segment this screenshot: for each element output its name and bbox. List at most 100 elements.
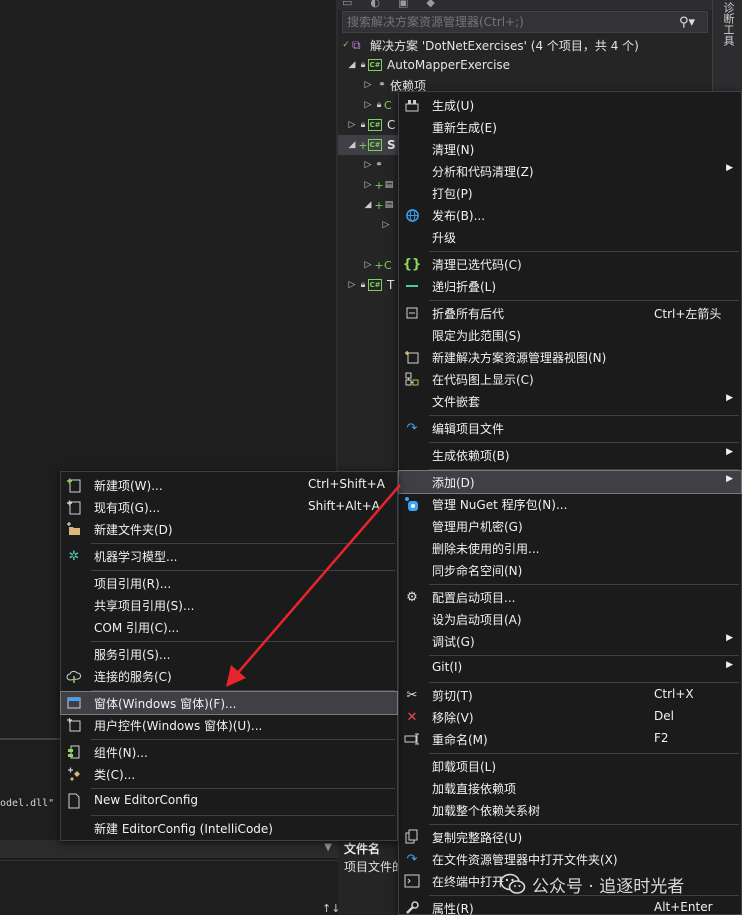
expand-right-icon[interactable]: ▷: [362, 180, 374, 190]
menu-item-windows-form[interactable]: 窗体(Windows 窗体)(F)...: [60, 691, 398, 715]
menu-item-configure-startup[interactable]: ⚙ 配置启动项目...: [399, 586, 741, 608]
property-description: 项目文件的: [344, 860, 405, 874]
menu-item-add[interactable]: 添加(D) ▶: [398, 470, 742, 494]
menu-item-manage-nuget[interactable]: 管理 NuGet 程序包(N)...: [399, 493, 741, 515]
menu-item-project-reference[interactable]: 项目引用(R)...: [61, 572, 397, 594]
menu-item-sync-namespaces[interactable]: 同步命名空间(N): [399, 559, 741, 581]
submenu-arrow-icon: ▶: [726, 633, 733, 643]
menu-item-rebuild[interactable]: 重新生成(E): [399, 116, 741, 138]
menu-item-class[interactable]: 类(C)...: [61, 763, 397, 785]
menu-separator: [429, 442, 739, 443]
menu-item-load-direct-deps[interactable]: 加载直接依赖项: [399, 777, 741, 799]
terminal-icon: [403, 872, 421, 890]
build-icon: [403, 96, 421, 114]
expand-right-icon[interactable]: ▷: [346, 280, 358, 290]
menu-item-load-dep-tree[interactable]: 加载整个依赖关系树: [399, 799, 741, 821]
search-input[interactable]: [347, 15, 677, 29]
menu-item-new-editorconfig[interactable]: New EditorConfig: [61, 790, 397, 812]
solution-icon: ⧉: [352, 38, 361, 52]
menu-item-com-reference[interactable]: COM 引用(C)...: [61, 616, 397, 638]
tree-node-solution[interactable]: ✓ ⧉ 解决方案 'DotNetExercises' (4 个项目，共 4 个): [340, 35, 639, 55]
menu-item-unload-project[interactable]: 卸载项目(L): [399, 755, 741, 777]
menu-item-debug[interactable]: 调试(G) ▶: [399, 630, 741, 652]
solution-search-box[interactable]: ⚲▾: [342, 11, 708, 33]
tree-node-child[interactable]: ◢ + ▤: [362, 195, 394, 215]
expand-right-icon[interactable]: ▷: [346, 120, 358, 130]
toolbar-icons[interactable]: ▭◐▣◆: [342, 0, 453, 9]
tree-node-project[interactable]: ▷ 🔒︎ C# T: [346, 275, 395, 295]
menu-separator: [429, 251, 739, 252]
diagnostic-tools-tab[interactable]: 诊断工具: [720, 2, 736, 46]
menu-item-publish[interactable]: 发布(B)...: [399, 204, 741, 226]
menu-item-cut[interactable]: ✂ 剪切(T) Ctrl+X: [399, 684, 741, 706]
horizontal-scrollbar[interactable]: ▼: [0, 840, 338, 858]
tree-node-child[interactable]: ▷ ⚭: [362, 155, 384, 175]
menu-item-build[interactable]: 生成(U): [399, 94, 741, 116]
menu-item-copy-full-path[interactable]: 复制完整路径(U): [399, 826, 741, 848]
menu-item-clean-selected-code[interactable]: {} 清理已选代码(C): [399, 253, 741, 275]
tree-node-file[interactable]: ▷ 🔒︎ C: [362, 95, 392, 115]
new-folder-icon: [65, 520, 83, 538]
dependencies-icon: ⚭: [375, 160, 383, 170]
menu-item-git[interactable]: Git(I) ▶: [399, 657, 741, 679]
tree-node-project-selected[interactable]: ◢ + C# S: [338, 135, 398, 155]
expand-right-icon[interactable]: ▷: [380, 220, 392, 230]
expand-down-icon[interactable]: ◢: [346, 140, 358, 150]
menu-separator: [91, 815, 395, 816]
menu-item-upgrade[interactable]: 升级: [399, 226, 741, 248]
tree-node-project[interactable]: ▷ 🔒︎ C# C: [346, 115, 396, 135]
ml-model-icon: ✲: [68, 548, 80, 564]
menu-item-code-map[interactable]: 在代码图上显示(C): [399, 368, 741, 390]
menu-item-new-view[interactable]: 新建解决方案资源管理器视图(N): [399, 346, 741, 368]
tree-node-child[interactable]: ▷ + ▤: [362, 175, 394, 195]
search-icon[interactable]: ⚲▾: [679, 15, 695, 30]
project-context-menu: 生成(U) 重新生成(E) 清理(N) 分析和代码清理(Z) ▶ 打包(P) 发布…: [398, 91, 742, 915]
menu-item-scope[interactable]: 限定为此范围(S): [399, 324, 741, 346]
open-folder-redo-icon: ↷: [406, 851, 418, 867]
tree-node-project[interactable]: ◢ 🔒︎ C# AutoMapperExercise: [346, 55, 511, 75]
tree-node-child[interactable]: ▷: [380, 215, 392, 235]
menu-item-clean[interactable]: 清理(N): [399, 138, 741, 160]
scissors-icon: ✂: [406, 687, 418, 703]
menu-item-shared-project-reference[interactable]: 共享项目引用(S)...: [61, 594, 397, 616]
menu-item-remove-unused-refs[interactable]: 删除未使用的引用...: [399, 537, 741, 559]
menu-item-connected-services[interactable]: 连接的服务(C): [61, 665, 397, 687]
expand-right-icon[interactable]: ▷: [362, 160, 374, 170]
menu-item-pack[interactable]: 打包(P): [399, 182, 741, 204]
submenu-arrow-icon: ▶: [726, 660, 733, 670]
component-icon: [65, 743, 83, 761]
menu-item-new-editorconfig-intellicode[interactable]: 新建 EditorConfig (IntelliCode): [61, 817, 397, 839]
menu-item-service-reference[interactable]: 服务引用(S)...: [61, 643, 397, 665]
menu-item-build-dependencies[interactable]: 生成依赖项(B) ▶: [399, 444, 741, 466]
menu-item-user-secrets[interactable]: 管理用户机密(G): [399, 515, 741, 537]
menu-item-analyze[interactable]: 分析和代码清理(Z) ▶: [399, 160, 741, 182]
menu-item-rename[interactable]: 重命名(M) F2: [399, 728, 741, 750]
expand-right-icon[interactable]: ▷: [362, 80, 374, 90]
menu-item-collapse-recursive[interactable]: 递归折叠(L): [399, 275, 741, 297]
chevron-down-icon[interactable]: ▼: [324, 842, 332, 853]
expand-right-icon[interactable]: ▷: [362, 100, 374, 110]
menu-item-file-nesting[interactable]: 文件嵌套 ▶: [399, 390, 741, 412]
new-view-icon: [403, 348, 421, 366]
menu-item-remove[interactable]: ✕ 移除(V) Del: [399, 706, 741, 728]
tree-node-child[interactable]: ▷ + C: [362, 255, 392, 275]
menu-item-component[interactable]: 组件(N)...: [61, 741, 397, 763]
expand-down-icon[interactable]: ◢: [346, 60, 358, 70]
menu-item-user-control[interactable]: 用户控件(Windows 窗体)(U)...: [61, 714, 397, 736]
menu-item-existing-item[interactable]: 现有项(G)... Shift+Alt+A: [61, 496, 397, 518]
existing-item-icon: [65, 498, 83, 516]
menu-item-ml-model[interactable]: ✲ 机器学习模型...: [61, 545, 397, 567]
menu-item-open-in-explorer[interactable]: ↷ 在文件资源管理器中打开文件夹(X): [399, 848, 741, 870]
collapse-icon: [403, 277, 421, 295]
menu-item-collapse-all[interactable]: 折叠所有后代 Ctrl+左箭头: [399, 302, 741, 324]
menu-item-set-startup[interactable]: 设为启动项目(A): [399, 608, 741, 630]
submenu-arrow-icon: ▶: [726, 474, 733, 484]
expand-down-icon[interactable]: ◢: [362, 200, 374, 210]
menu-item-edit-project-file[interactable]: ↷ 编辑项目文件: [399, 417, 741, 439]
menu-item-properties[interactable]: 属性(R) Alt+Enter: [399, 897, 741, 915]
class-icon: [65, 765, 83, 783]
expand-right-icon[interactable]: ▷: [362, 260, 374, 270]
submenu-arrow-icon: ▶: [726, 393, 733, 403]
menu-item-new-item[interactable]: 新建项(W)... Ctrl+Shift+A: [61, 474, 397, 496]
menu-item-new-folder[interactable]: 新建文件夹(D): [61, 518, 397, 540]
